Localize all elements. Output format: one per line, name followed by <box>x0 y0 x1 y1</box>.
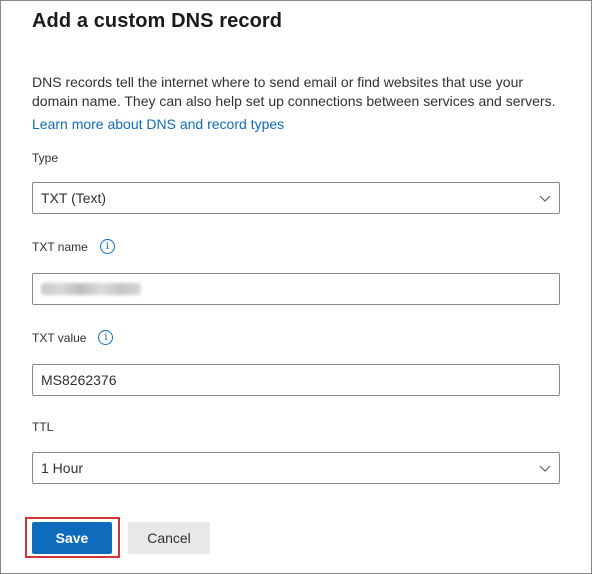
learn-more-link[interactable]: Learn more about DNS and record types <box>32 116 284 132</box>
ttl-selected-value: 1 Hour <box>41 460 84 476</box>
ttl-label: TTL <box>32 420 53 434</box>
info-icon[interactable]: i <box>98 330 114 345</box>
txt-value-text: MS8262376 <box>41 372 117 388</box>
dns-record-panel: Add a custom DNS record DNS records tell… <box>0 0 592 574</box>
type-label-text: Type <box>32 151 59 165</box>
type-select[interactable]: TXT (Text) <box>32 182 560 214</box>
redacted-value <box>41 283 141 295</box>
chevron-down-icon <box>539 465 551 472</box>
type-selected-value: TXT (Text) <box>41 190 107 206</box>
txt-value-input[interactable]: MS8262376 <box>32 364 560 396</box>
txt-name-label: TXT name i <box>32 239 115 254</box>
cancel-button[interactable]: Cancel <box>128 522 210 554</box>
panel-description: DNS records tell the internet where to s… <box>32 74 556 109</box>
save-button[interactable]: Save <box>32 522 112 554</box>
txt-value-label-text: TXT value <box>32 330 87 345</box>
txt-name-label-text: TXT name <box>32 239 88 254</box>
txt-name-input[interactable] <box>32 273 560 305</box>
ttl-label-text: TTL <box>32 420 54 434</box>
panel-title: Add a custom DNS record <box>32 10 283 32</box>
type-label: Type <box>32 151 58 165</box>
ttl-select[interactable]: 1 Hour <box>32 452 560 484</box>
info-icon[interactable]: i <box>99 239 115 254</box>
txt-value-label: TXT value i <box>32 330 114 345</box>
chevron-down-icon <box>539 195 551 202</box>
